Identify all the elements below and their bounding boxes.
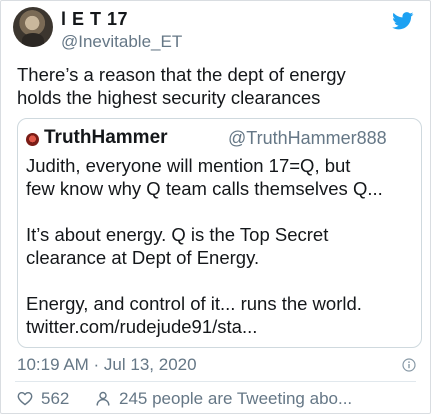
- tweet-timestamp[interactable]: 10:19 AM · Jul 13, 2020: [17, 355, 197, 375]
- quoted-line: It’s about energy. Q is the Top Secret: [26, 224, 329, 245]
- info-icon[interactable]: [402, 358, 416, 372]
- quoted-link[interactable]: twitter.com/rudejude91/sta...: [26, 315, 418, 338]
- tweeting-about-link[interactable]: 245 people are Tweeting abo...: [95, 389, 352, 409]
- tweeting-about-text: 245 people are Tweeting abo...: [119, 389, 353, 408]
- quoted-line: Energy, and control of it... runs the wo…: [26, 293, 362, 314]
- quoted-line-break: [26, 269, 418, 292]
- like-count: 562: [41, 389, 70, 408]
- quoted-handle[interactable]: @TruthHammer888: [228, 128, 387, 149]
- quoted-display-name[interactable]: TruthHammer: [44, 127, 168, 149]
- quoted-line: few know why Q team calls themselves Q..…: [26, 178, 383, 199]
- people-icon: [96, 391, 110, 406]
- quoted-avatar[interactable]: [26, 133, 39, 146]
- quoted-tweet[interactable]: TruthHammer @TruthHammer888 Judith, ever…: [17, 118, 422, 348]
- quoted-text: Judith, everyone will mention 17=Q, but …: [26, 154, 418, 338]
- like-button[interactable]: 562: [17, 389, 69, 409]
- embedded-tweet-card: l E T 17 @Inevitable_ET There’s a reason…: [0, 0, 431, 414]
- twitter-bird-icon[interactable]: [392, 12, 414, 30]
- divider: [15, 381, 416, 382]
- quoted-line: clearance at Dept of Energy.: [26, 247, 260, 268]
- quoted-line-break: [26, 200, 418, 223]
- avatar[interactable]: [13, 7, 53, 47]
- heart-icon: [17, 392, 33, 406]
- author-handle[interactable]: @Inevitable_ET: [61, 32, 182, 52]
- tweet-text: There’s a reason that the dept of energy…: [17, 64, 346, 108]
- quoted-line: Judith, everyone will mention 17=Q, but: [26, 155, 351, 176]
- author-display-name[interactable]: l E T 17: [61, 9, 128, 30]
